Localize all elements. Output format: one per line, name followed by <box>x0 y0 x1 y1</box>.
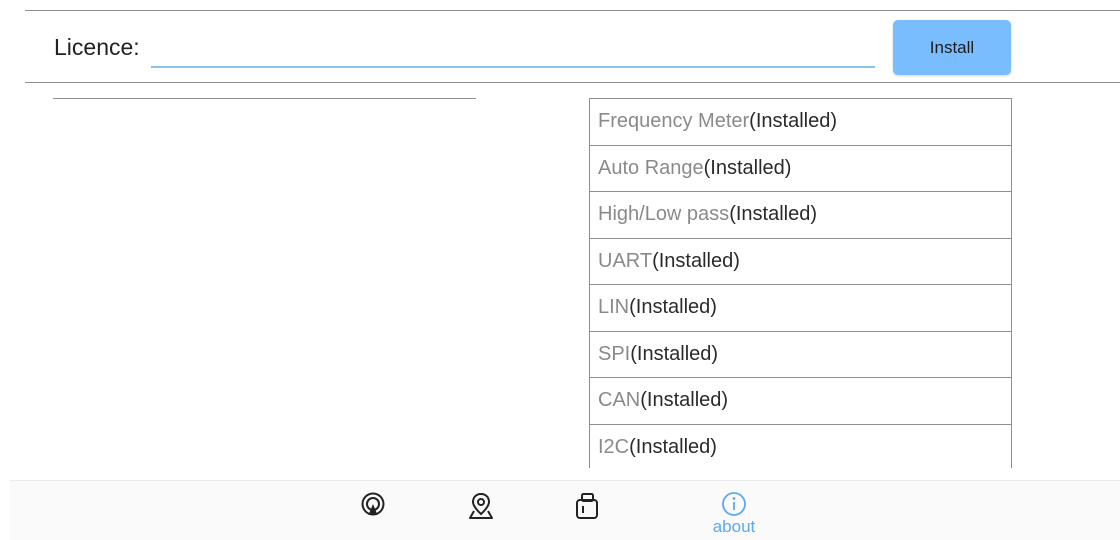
install-button[interactable]: Install <box>893 20 1011 75</box>
bottom-navigation: about <box>10 480 1120 540</box>
feature-name: Frequency Meter <box>598 110 750 133</box>
feature-status: (Installed) <box>749 110 837 133</box>
feature-row-uart: UART (Installed) <box>590 239 1011 285</box>
feature-name: High/Low pass <box>598 203 730 226</box>
feature-name: LIN <box>598 296 630 319</box>
feature-name: UART <box>598 249 653 272</box>
feature-name: Auto Range <box>598 156 704 179</box>
feature-row-high-low-pass: High/Low pass (Installed) <box>590 192 1011 239</box>
licence-input[interactable] <box>151 38 875 68</box>
top-divider <box>25 10 1120 11</box>
probe-icon <box>576 493 598 519</box>
info-icon <box>722 492 746 516</box>
feature-status: (Installed) <box>729 203 817 226</box>
feature-status: (Installed) <box>630 342 719 365</box>
feature-row-i2c: I2C (Installed) <box>590 425 1011 469</box>
licence-screen: Licence: Install Frequency Meter (Install… <box>0 0 1120 540</box>
feature-row-frequency-meter: Frequency Meter (Installed) <box>590 99 1011 146</box>
licence-label: Licence: <box>54 34 140 60</box>
nav-item-signal[interactable] <box>348 491 398 537</box>
feature-status: (Installed) <box>652 249 740 272</box>
feature-name: CAN <box>598 389 641 412</box>
signal-icon <box>361 492 385 516</box>
feature-status: (Installed) <box>703 156 792 179</box>
nav-item-location[interactable] <box>456 491 506 537</box>
left-panel-divider <box>53 98 476 99</box>
feature-list: Frequency Meter (Installed) Auto Range (In… <box>589 98 1012 468</box>
nav-item-probe[interactable] <box>562 491 612 537</box>
header-divider <box>25 82 1120 83</box>
nav-item-about[interactable]: about <box>709 491 759 537</box>
feature-status: (Installed) <box>629 296 717 319</box>
feature-row-can: CAN (Installed) <box>590 378 1011 425</box>
location-pin-icon <box>469 492 493 519</box>
feature-row-auto-range: Auto Range (Installed) <box>590 146 1011 192</box>
feature-status: (Installed) <box>640 389 729 412</box>
feature-row-spi: SPI (Installed) <box>590 332 1011 378</box>
nav-label-about: about <box>712 517 756 536</box>
feature-name: I2C <box>598 435 630 458</box>
feature-name: SPI <box>598 342 631 365</box>
feature-status: (Installed) <box>629 435 717 458</box>
feature-row-lin: LIN (Installed) <box>590 285 1011 332</box>
